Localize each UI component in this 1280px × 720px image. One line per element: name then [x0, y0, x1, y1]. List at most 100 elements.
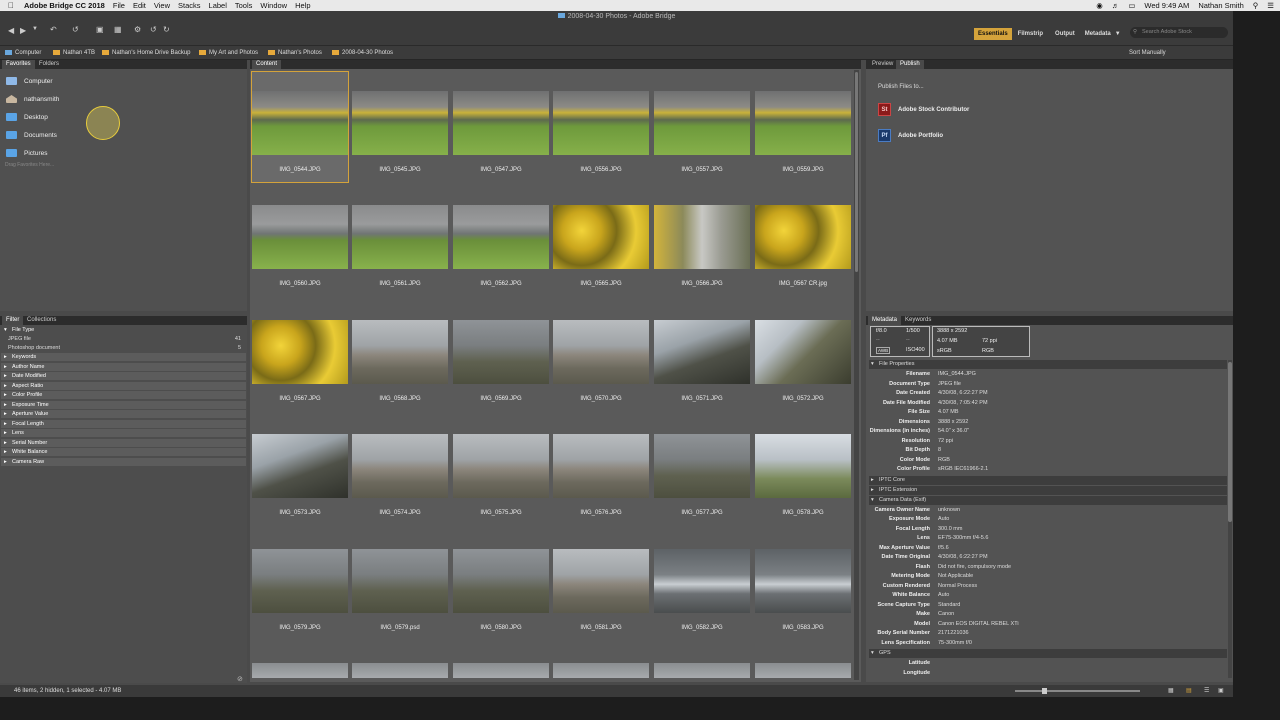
metadata-value[interactable]: Did not fire, compulsory mode	[938, 563, 1011, 573]
thumbnail-filename[interactable]: IMG_0574.JPG	[350, 510, 450, 516]
thumbnail-filename[interactable]: IMG_0565.JPG	[551, 281, 651, 287]
thumbnail-image[interactable]	[252, 434, 348, 498]
tab-metadata[interactable]: Metadata	[868, 316, 902, 325]
thumbnail-filename[interactable]: IMG_0578.JPG	[753, 510, 853, 516]
favorite-home[interactable]: nathansmith	[6, 92, 59, 106]
refine-icon[interactable]: ▦	[114, 25, 122, 34]
thumbnail-image[interactable]	[252, 91, 348, 155]
tab-preview[interactable]: Preview	[868, 60, 897, 69]
metadata-value[interactable]: 2171221036	[938, 629, 969, 639]
filter-file-type[interactable]: ▾ File Type	[1, 326, 246, 334]
view-lock-icon[interactable]: ▣	[1218, 685, 1224, 697]
menu-label[interactable]: Label	[209, 1, 227, 10]
thumbnail-filename[interactable]: IMG_0547.JPG	[451, 167, 551, 173]
workspace-menu-icon[interactable]: ▼	[1115, 28, 1121, 40]
thumbnail-image[interactable]	[352, 549, 448, 613]
breadcrumb-computer[interactable]: Computer	[5, 46, 41, 60]
thumbnail-filename[interactable]: IMG_0571.JPG	[652, 396, 752, 402]
metadata-value[interactable]: sRGB IEC61966-2.1	[938, 465, 988, 475]
publish-adobe-portfolio[interactable]: Pf Adobe Portfolio	[878, 129, 943, 142]
thumbnail-image[interactable]	[252, 549, 348, 613]
menu-list-icon[interactable]: ☰	[1267, 1, 1274, 10]
thumbnail-image[interactable]	[553, 91, 649, 155]
thumbnail-image[interactable]	[654, 549, 750, 613]
tab-keywords[interactable]: Keywords	[901, 316, 935, 325]
thumbnail-image[interactable]	[755, 663, 851, 678]
battery-icon[interactable]: ▭	[1128, 1, 1135, 10]
thumbnail-image[interactable]	[654, 320, 750, 384]
thumbnail-filename[interactable]: IMG_0559.JPG	[753, 167, 853, 173]
thumbnail-image[interactable]	[352, 434, 448, 498]
menu-view[interactable]: View	[154, 1, 170, 10]
thumbnail-image[interactable]	[352, 320, 448, 384]
thumbnail-image[interactable]	[352, 91, 448, 155]
menu-file[interactable]: File	[113, 1, 125, 10]
thumbnail-image[interactable]	[755, 91, 851, 155]
thumbnail-filename[interactable]: IMG_0582.JPG	[652, 625, 752, 631]
thumbnail-image[interactable]	[553, 434, 649, 498]
metadata-value[interactable]: 8	[938, 446, 941, 456]
thumbnail-image[interactable]	[453, 320, 549, 384]
clock[interactable]: Wed 9:49 AM	[1144, 1, 1189, 10]
sort-menu[interactable]: Sort Manually	[1129, 46, 1166, 60]
filter-category[interactable]: ▸ Camera Raw	[1, 457, 246, 466]
user-name[interactable]: Nathan Smith	[1198, 1, 1243, 10]
thumbnail-filename[interactable]: IMG_0575.JPG	[451, 510, 551, 516]
rotate-left-icon[interactable]: ↺	[150, 25, 157, 34]
filter-category[interactable]: ▸ White Balance	[1, 448, 246, 456]
workspace-filmstrip[interactable]: Filmstrip	[1012, 28, 1049, 40]
thumbnail-filename[interactable]: IMG_0568.JPG	[350, 396, 450, 402]
metadata-value[interactable]: EF75-300mm f/4-5.6	[938, 534, 988, 544]
view-list-icon[interactable]: ☰	[1204, 685, 1209, 697]
forward-icon[interactable]: ▶	[20, 26, 26, 35]
thumbnail-filename[interactable]: IMG_0576.JPG	[551, 510, 651, 516]
thumbnail-image[interactable]	[553, 205, 649, 269]
thumbnail-image[interactable]	[553, 663, 649, 678]
section-iptc-core[interactable]: ▸ IPTC Core	[869, 475, 1227, 485]
thumbnail-filename[interactable]: IMG_0581.JPG	[551, 625, 651, 631]
metadata-value[interactable]: unknown	[938, 506, 960, 516]
thumbnail-image[interactable]	[755, 549, 851, 613]
metadata-scroll-thumb[interactable]	[1228, 362, 1232, 522]
section-iptc-extension[interactable]: ▸ IPTC Extension	[869, 485, 1227, 495]
back-icon[interactable]: ◀	[8, 26, 14, 35]
menu-help[interactable]: Help	[295, 1, 310, 10]
filter-category[interactable]: ▸ Aspect Ratio	[1, 381, 246, 390]
thumbnail-filename[interactable]: IMG_0577.JPG	[652, 510, 752, 516]
section-file-properties[interactable]: ▾ File Properties	[869, 360, 1227, 369]
filter-category[interactable]: ▸ Lens	[1, 429, 246, 437]
thumbnail-image[interactable]	[453, 434, 549, 498]
tab-collections[interactable]: Collections	[23, 316, 60, 325]
filter-psd[interactable]: Photoshop document 5	[1, 344, 246, 352]
recent-icon[interactable]: ↶	[50, 25, 57, 34]
metadata-value[interactable]: 4.07 MB	[938, 408, 958, 418]
slider-knob[interactable]	[1042, 688, 1047, 694]
metadata-value[interactable]: 300.0 mm	[938, 525, 962, 535]
metadata-value[interactable]: Auto	[938, 591, 949, 601]
view-grid-icon[interactable]: ▦	[1168, 685, 1174, 697]
thumbnail-filename[interactable]: IMG_0583.JPG	[753, 625, 853, 631]
thumbnail-filename[interactable]: IMG_0572.JPG	[753, 396, 853, 402]
view-details-icon[interactable]: ▤	[1186, 685, 1192, 697]
tab-folders[interactable]: Folders	[35, 60, 63, 69]
filter-jpeg[interactable]: JPEG file 41	[1, 335, 246, 343]
metadata-value[interactable]: Normal Process	[938, 582, 977, 592]
metadata-value[interactable]: Canon	[938, 610, 954, 620]
camera-download-icon[interactable]: ▣	[96, 25, 104, 34]
thumbnail-image[interactable]	[654, 663, 750, 678]
filter-category[interactable]: ▸ Focal Length	[1, 419, 246, 428]
thumbnail-filename[interactable]: IMG_0562.JPG	[451, 281, 551, 287]
metadata-value[interactable]: 4/30/08, 7:05:42 PM	[938, 399, 988, 409]
thumbnail-filename[interactable]: IMG_0560.JPG	[250, 281, 350, 287]
volume-icon[interactable]: ♬	[1112, 1, 1120, 10]
tab-publish[interactable]: Publish	[896, 60, 924, 69]
filter-category[interactable]: ▸ Serial Number	[1, 438, 246, 447]
thumbnail-image[interactable]	[453, 549, 549, 613]
open-in-camera-raw-icon[interactable]: ⚙	[134, 25, 141, 34]
thumbnail-image[interactable]	[755, 320, 851, 384]
metadata-value[interactable]: JPEG file	[938, 380, 961, 390]
breadcrumb-backup[interactable]: Nathan's Home Drive Backup	[102, 46, 191, 60]
metadata-value[interactable]: 4/30/08, 6:22:27 PM	[938, 553, 988, 563]
breadcrumb-current[interactable]: 2008-04-30 Photos	[332, 46, 393, 60]
return-icon[interactable]: ↺	[72, 25, 79, 34]
